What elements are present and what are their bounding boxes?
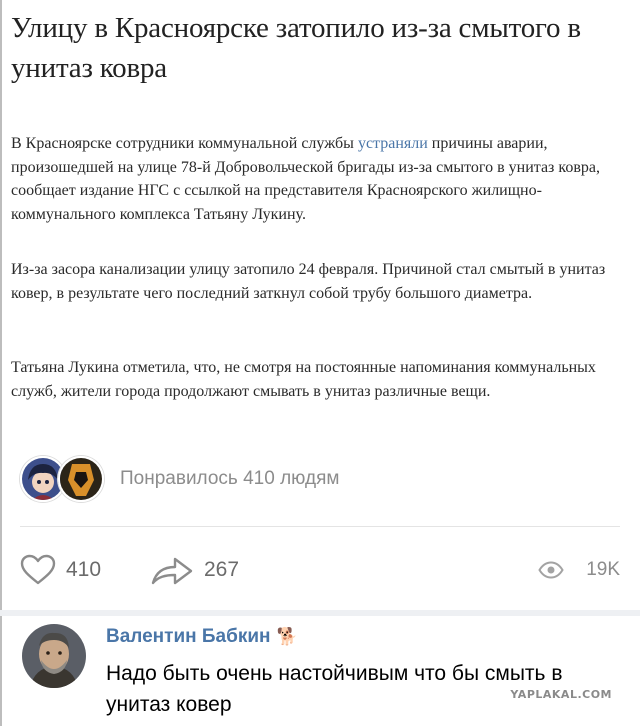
liker-avatar-2[interactable]: [58, 456, 104, 502]
likes-summary[interactable]: Понравилось 410 людям: [20, 456, 339, 502]
author-badge-icon: 🐕: [276, 627, 298, 646]
eye-icon: [538, 561, 564, 579]
comments-separator: [0, 610, 640, 616]
likes-summary-text: Понравилось 410 людям: [120, 468, 340, 489]
article-title: Улицу в Красноярске затопило из-за смыто…: [11, 12, 581, 84]
share-count: 267: [204, 558, 240, 581]
actions-divider: [20, 526, 620, 527]
paragraph-1-text-start: В Красноярске сотрудники коммунальной сл…: [11, 135, 358, 152]
commenter-avatar[interactable]: [22, 624, 86, 688]
left-edge-border: [0, 0, 2, 726]
watermark: YAPLAKAL.COM: [510, 688, 612, 701]
comment-author-name[interactable]: Валентин Бабкин: [106, 626, 271, 647]
comment-author[interactable]: Валентин Бабкин 🐕: [106, 626, 298, 648]
views-count: 19K: [586, 559, 620, 580]
like-count: 410: [66, 558, 102, 581]
heart-icon: [20, 554, 56, 585]
views-counter: 19K: [538, 548, 620, 592]
article-paragraph-2: Из-за засора канализации улицу затопило …: [11, 261, 606, 302]
article-link[interactable]: устраняли: [358, 135, 428, 152]
share-button[interactable]: 267: [150, 548, 239, 592]
article-paragraph-1: В Красноярске сотрудники коммунальной сл…: [11, 132, 611, 226]
article-paragraph-3: Татьяна Лукина отметила, что, не смотря …: [11, 359, 596, 400]
share-icon: [151, 557, 193, 585]
like-button[interactable]: 410: [20, 548, 101, 592]
